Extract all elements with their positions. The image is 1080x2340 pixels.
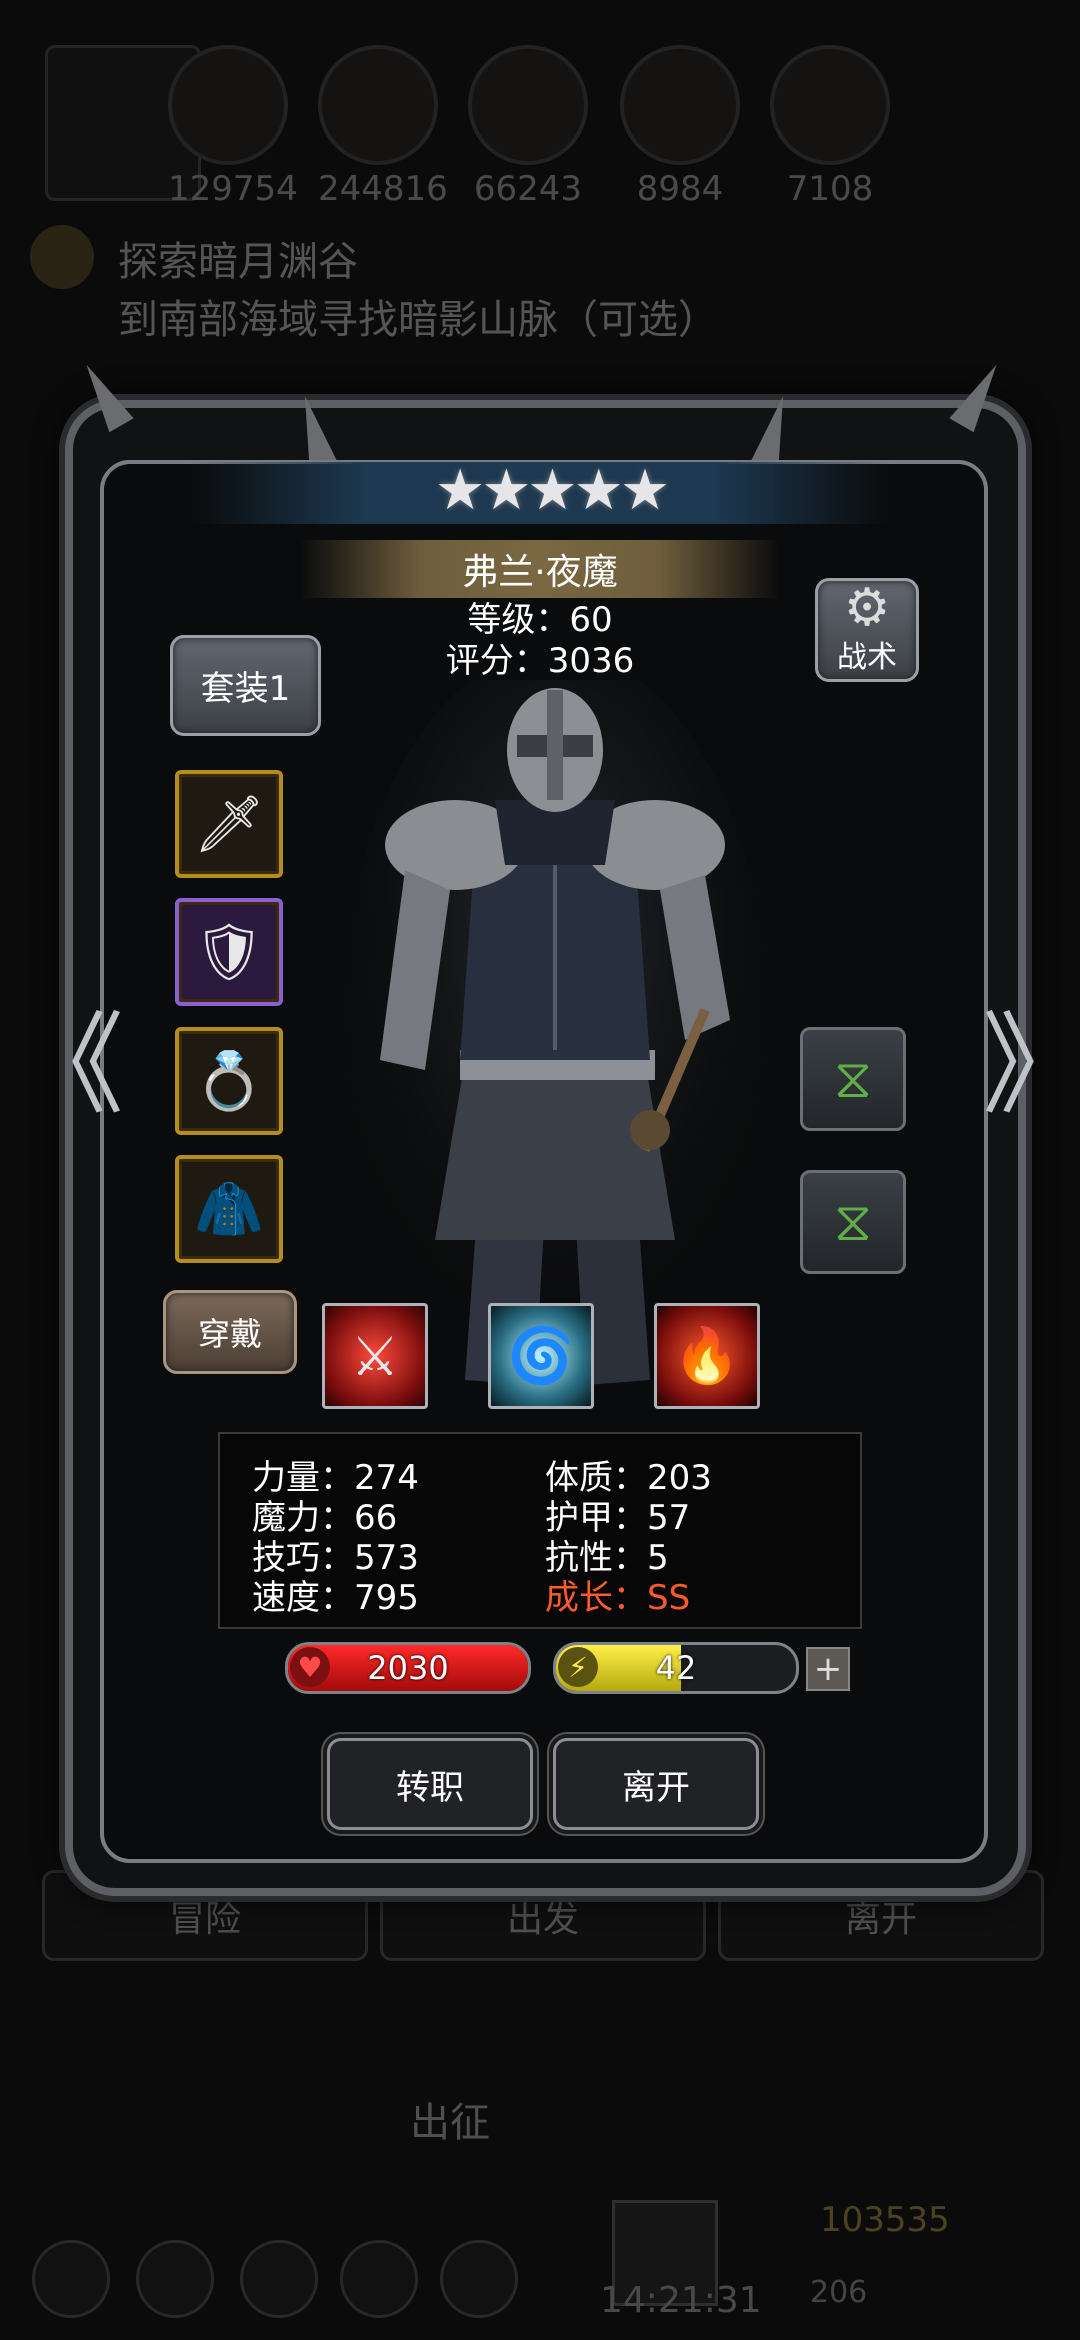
skill-slot-3[interactable]: 🔥 bbox=[654, 1303, 760, 1409]
stat-growth: 成长：SS bbox=[545, 1578, 691, 1618]
resource-icon bbox=[318, 45, 438, 165]
hp-bar: ♥ 2030 bbox=[285, 1642, 531, 1694]
hp-value: 2030 bbox=[367, 1649, 449, 1687]
nav-icon bbox=[136, 2240, 214, 2318]
quest-icon bbox=[30, 225, 94, 289]
nav-icon bbox=[440, 2240, 518, 2318]
gold-amount: 103535 bbox=[820, 2200, 950, 2240]
resource-icon bbox=[168, 45, 288, 165]
rune-icon: ⧖ bbox=[834, 1047, 872, 1110]
star-rating: ★★★★★ bbox=[435, 458, 670, 523]
energy-bar: ⚡ 42 bbox=[553, 1642, 799, 1694]
whirl-icon: 🌀 bbox=[507, 1324, 575, 1387]
dagger-icon: 🗡 bbox=[193, 792, 265, 857]
equipment-slot-ring[interactable]: 💍 bbox=[175, 1027, 283, 1135]
nav-icon bbox=[32, 2240, 110, 2318]
skill-slot-1[interactable]: ⚔ bbox=[322, 1303, 428, 1409]
resource-icon bbox=[620, 45, 740, 165]
resource-icon bbox=[770, 45, 890, 165]
side-slot-1[interactable]: ⧖ bbox=[800, 1027, 906, 1131]
previous-hero-arrow[interactable]: 《 bbox=[14, 1010, 124, 1120]
suit-button[interactable]: 套装1 bbox=[170, 635, 321, 736]
cloak-icon: 🧥 bbox=[194, 1177, 264, 1242]
ring-icon: 💍 bbox=[194, 1049, 264, 1114]
rune-icon: ⧖ bbox=[834, 1190, 872, 1253]
leave-button[interactable]: 离开 bbox=[553, 1738, 759, 1830]
nav-icon bbox=[340, 2240, 418, 2318]
tactics-button[interactable]: ⚙ 战术 bbox=[815, 578, 919, 682]
add-energy-button[interactable]: + bbox=[806, 1647, 850, 1691]
energy-value: 42 bbox=[655, 1649, 697, 1687]
equipment-slot-armor[interactable]: 🛡 bbox=[175, 898, 283, 1006]
wear-button[interactable]: 穿戴 bbox=[163, 1290, 297, 1374]
armor-icon: 🛡 bbox=[193, 920, 265, 985]
resource-item: 244816 bbox=[318, 45, 448, 209]
resource-value: 244816 bbox=[318, 169, 448, 209]
tactics-label: 战术 bbox=[837, 640, 897, 675]
stat-speed: 速度：795 bbox=[252, 1578, 419, 1618]
gear-icon: ⚙ bbox=[843, 578, 891, 638]
transfer-class-button[interactable]: 转职 bbox=[327, 1738, 533, 1830]
resource-item: 129754 bbox=[168, 45, 298, 209]
clock-text: 14:21:31 bbox=[600, 2280, 762, 2321]
resource-item: 7108 bbox=[770, 45, 890, 209]
quest-description: 到南部海域寻找暗影山脉（可选） bbox=[118, 297, 718, 343]
resource-value: 129754 bbox=[168, 169, 298, 209]
resource-icon bbox=[468, 45, 588, 165]
nav-icon bbox=[240, 2240, 318, 2318]
strike-icon: 🔥 bbox=[673, 1324, 741, 1387]
slash-icon: ⚔ bbox=[350, 1324, 400, 1388]
resource-value: 7108 bbox=[786, 169, 874, 209]
stats-panel: 力量：274 魔力：66 技巧：573 速度：795 体质：203 护甲：57 … bbox=[218, 1432, 862, 1629]
resource-value: 8984 bbox=[636, 169, 724, 209]
skill-slot-2[interactable]: 🌀 bbox=[488, 1303, 594, 1409]
resource-bar: 129754 244816 66243 8984 7108 bbox=[40, 45, 1040, 209]
bottom-nav: 14:21:31 103535 206 bbox=[0, 2200, 1080, 2321]
side-slot-2[interactable]: ⧖ bbox=[800, 1170, 906, 1274]
gem-amount: 206 bbox=[810, 2275, 868, 2310]
depart-label: 出征 bbox=[410, 2100, 490, 2146]
resource-item: 66243 bbox=[468, 45, 588, 209]
resource-item: 8984 bbox=[620, 45, 740, 209]
resource-value: 66243 bbox=[473, 169, 583, 209]
quest-title: 探索暗月渊谷 bbox=[118, 239, 358, 285]
next-hero-arrow[interactable]: 》 bbox=[982, 1010, 1080, 1120]
equipment-slot-weapon[interactable]: 🗡 bbox=[175, 770, 283, 878]
equipment-slot-cloak[interactable]: 🧥 bbox=[175, 1155, 283, 1263]
